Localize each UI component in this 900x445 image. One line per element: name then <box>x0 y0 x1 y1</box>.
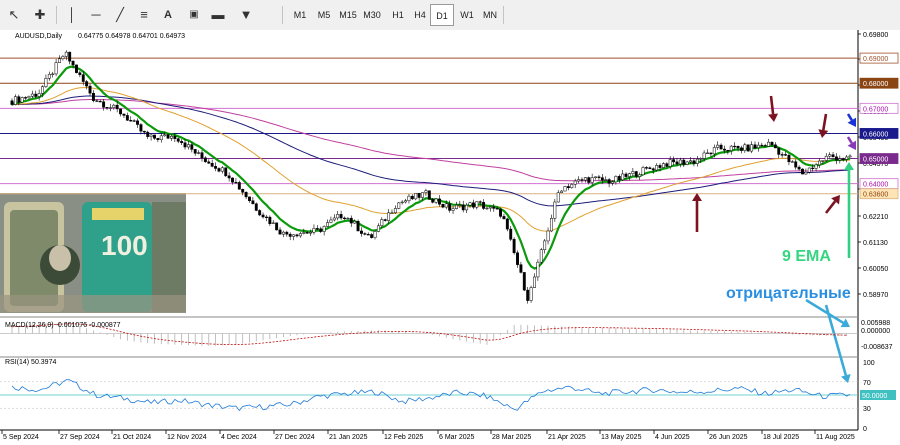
svg-text:0.68000: 0.68000 <box>863 81 888 88</box>
price-tick-label: 0.61130 <box>863 240 888 247</box>
rsi-level-box: 50.0000 <box>860 390 896 400</box>
text-label-icon[interactable]: ▣ <box>184 4 204 26</box>
price-level-box: 0.69000 <box>859 52 899 64</box>
price-tick-label: 0.58970 <box>863 292 888 299</box>
time-tick-label: 21 Oct 2024 <box>113 434 151 441</box>
time-tick-label: 21 Apr 2025 <box>548 434 586 441</box>
candle <box>20 96 24 103</box>
rsi-tick-label: 100 <box>863 360 875 367</box>
time-tick-label: 11 Aug 2025 <box>816 434 855 441</box>
candle <box>563 185 567 192</box>
chart-symbol: AUDUSD,Daily <box>15 33 63 40</box>
mt4-chart-window: ↖ ✚ │ ─ ╱ ≡ A ▣ ▬ ▼ M1 M5 M15 M30 H1 H4 … <box>0 0 900 445</box>
timeframe-m30-button[interactable]: M30 <box>360 4 384 26</box>
svg-text:0.67000: 0.67000 <box>863 106 888 113</box>
candle <box>275 222 279 231</box>
time-tick-label: 27 Sep 2024 <box>60 434 100 441</box>
time-tick-label: 6 Mar 2025 <box>439 434 475 441</box>
svg-text:0.69000: 0.69000 <box>863 56 888 63</box>
vertical-line-icon[interactable]: │ <box>62 4 82 26</box>
timeframe-mn-button[interactable]: MN <box>478 4 502 26</box>
candle <box>539 247 543 265</box>
rsi-tick-label: 30 <box>863 406 871 413</box>
rsi-tick-label: 0 <box>863 426 867 433</box>
candle <box>427 190 431 200</box>
shapes-icon[interactable]: ▼ <box>236 4 256 26</box>
time-tick-label: 5 Sep 2024 <box>3 434 39 441</box>
candle <box>224 167 228 177</box>
price-level-box: 0.67000 <box>859 102 899 114</box>
time-tick-label: 4 Jun 2025 <box>655 434 690 441</box>
currency-photo: 100 <box>0 193 186 313</box>
time-tick-label: 18 Jul 2025 <box>763 434 799 441</box>
rsi-tick-label: 70 <box>863 380 871 387</box>
rectangle-icon[interactable]: ▬ <box>208 4 228 26</box>
timeframe-h4-button[interactable]: H4 <box>408 4 432 26</box>
negative-annotation: отрицательные <box>726 285 851 302</box>
price-tick-label: 0.62210 <box>863 214 888 221</box>
fibonacci-icon[interactable]: ≡ <box>134 4 154 26</box>
chart-toolbar: ↖ ✚ │ ─ ╱ ≡ A ▣ ▬ ▼ M1 M5 M15 M30 H1 H4 … <box>0 0 900 31</box>
candle <box>801 168 804 175</box>
candle <box>75 64 78 74</box>
candle <box>746 144 750 152</box>
timeframe-h1-button[interactable]: H1 <box>386 4 410 26</box>
macd-tick-label: 0.005988 <box>861 320 890 327</box>
timeframe-m15-button[interactable]: M15 <box>336 4 360 26</box>
candle <box>254 202 258 212</box>
time-tick-label: 12 Nov 2024 <box>167 434 207 441</box>
price-tick-label: 0.69800 <box>863 32 888 39</box>
svg-text:0.63600: 0.63600 <box>863 192 888 199</box>
ema-annotation: 9 EMA <box>782 248 831 265</box>
price-level-box: 0.65000 <box>859 153 899 164</box>
time-tick-label: 27 Dec 2024 <box>275 434 315 441</box>
time-tick-label: 4 Dec 2024 <box>221 434 257 441</box>
text-icon[interactable]: A <box>158 4 178 26</box>
chart-ohlc: 0.64775 0.64978 0.64701 0.64973 <box>78 33 185 40</box>
svg-text:0.64000: 0.64000 <box>863 182 888 189</box>
time-tick-label: 28 Mar 2025 <box>492 434 531 441</box>
timeframe-d1-button[interactable]: D1 <box>430 4 454 26</box>
time-tick-label: 26 Jun 2025 <box>709 434 748 441</box>
price-level-box: 0.63600 <box>859 188 899 200</box>
price-level-box: 0.66000 <box>859 128 899 139</box>
price-chart[interactable]: 100 0.698000.687200.676350.665550.654500… <box>0 30 900 445</box>
time-tick-label: 13 May 2025 <box>601 434 642 441</box>
macd-tick-label: 0.000000 <box>861 328 890 335</box>
timeframe-m5-button[interactable]: M5 <box>312 4 336 26</box>
time-tick-label: 21 Jan 2025 <box>329 434 368 441</box>
candle <box>505 217 509 232</box>
macd-header: MACD(12,26,9) -0.001076 -0.000877 <box>5 322 121 329</box>
candle <box>553 198 557 222</box>
trendline-icon[interactable]: ╱ <box>110 4 130 26</box>
crosshair-icon[interactable]: ✚ <box>30 4 50 26</box>
candle <box>258 209 262 217</box>
cursor-icon[interactable]: ↖ <box>4 4 24 26</box>
candle <box>356 219 360 232</box>
candle <box>397 201 401 210</box>
banknote-denomination: 100 <box>101 230 148 261</box>
price-level-box: 0.68000 <box>859 77 899 89</box>
candle <box>512 237 516 255</box>
candle <box>522 272 526 292</box>
price-level-box: 0.64000 <box>859 178 899 190</box>
svg-text:0.66000: 0.66000 <box>863 131 888 138</box>
svg-text:0.65000: 0.65000 <box>863 157 888 164</box>
time-tick-label: 12 Feb 2025 <box>384 434 423 441</box>
svg-text:50.0000: 50.0000 <box>862 393 887 400</box>
timeframe-w1-button[interactable]: W1 <box>455 4 479 26</box>
rsi-header: RSI(14) 50.3974 <box>5 359 56 366</box>
price-tick-label: 0.60050 <box>863 266 888 273</box>
candle <box>529 285 533 303</box>
macd-tick-label: -0.008637 <box>861 344 893 351</box>
timeframe-m1-button[interactable]: M1 <box>288 4 312 26</box>
horizontal-line-icon[interactable]: ─ <box>86 4 106 26</box>
